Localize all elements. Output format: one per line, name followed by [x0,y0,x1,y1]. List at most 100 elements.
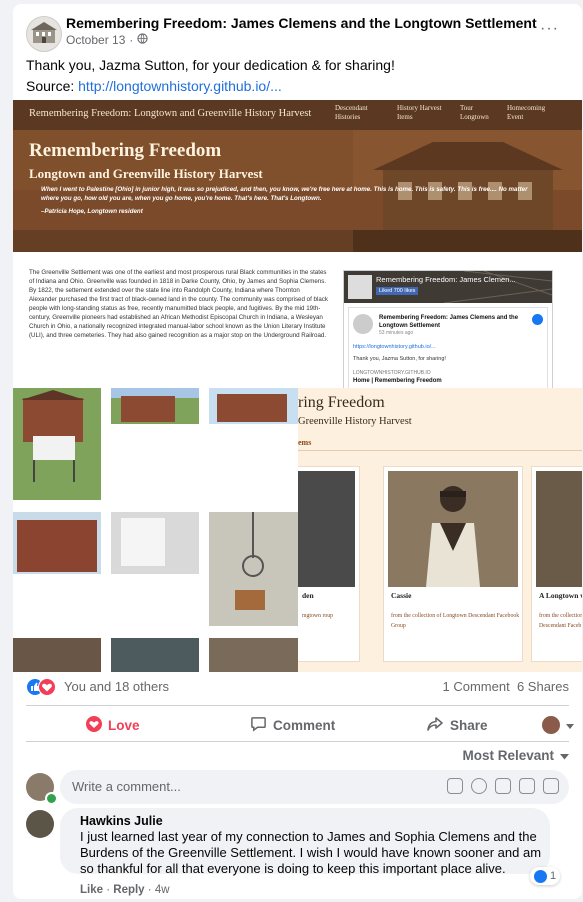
chevron-down-icon [560,748,569,763]
nav-item-homecoming: Homecoming Event [507,104,546,121]
comment-composer: Write a comment... [26,770,569,806]
item-photo-cassie [388,471,518,587]
facebook-icon [532,314,543,325]
comment-placeholder: Write a comment... [72,779,181,794]
site-brand: Remembering Freedom: Longtown and Greenv… [29,108,312,119]
gif-icon[interactable] [519,778,535,794]
comment-count[interactable]: 1 Comment [443,679,510,694]
post-message: Thank you, Jazma Sutton, for your dedica… [26,57,395,73]
post-header: Remembering Freedom: James Clemens and t… [26,14,569,52]
reaction-summary[interactable]: You and 18 others [64,679,169,694]
item-source: from the collection of Longtown Descenda… [391,613,520,629]
share-icon [426,716,444,735]
hero-quote: When I went to Palestine [Ohio] in junio… [41,186,528,202]
comment-bubble: Hawkins Julie I just learned last year o… [60,808,550,876]
share-label: Share [450,717,488,733]
source-link[interactable]: http://longtownhistory.github.io/... [78,78,282,94]
item-card: Cassie from the collection of Longtown D… [383,466,523,662]
embed-post: Remembering Freedom: James Clemens and t… [348,307,548,393]
chevron-down-icon [566,718,574,733]
embed-post-link: https://longtownhistory.github.io/... [353,344,436,350]
heart-icon [86,715,102,735]
facebook-embed: Remembering Freedom: James Clemen... Lik… [343,270,553,394]
embed-post-link-title: Home | Remembering Freedom [353,378,442,384]
site-nav: Remembering Freedom: Longtown and Greenv… [13,100,582,130]
site-body-text: The Greenville Settlement was one of the… [29,269,328,339]
comment-share-counts: 1 Comment 6 Shares [443,679,569,694]
comment-text: I just learned last year of my connectio… [80,829,542,876]
love-label: Love [108,717,140,733]
comment-reply-link[interactable]: Reply [113,884,144,896]
post-text: Thank you, Jazma Sutton, for your dedica… [26,55,395,97]
page-avatar[interactable] [26,16,62,52]
online-status-dot [45,792,58,805]
post-meta: October 13 · [66,33,149,47]
meta-separator: · [129,33,134,47]
hero-attribution: –Patricia Hope, Longtown resident [41,208,143,215]
comment-icon [250,715,267,735]
emoji-icon[interactable] [471,778,487,794]
separator-dot: · [106,884,111,896]
embed-liked-button: Liked 700 likes [376,287,419,295]
sticker-icon[interactable] [543,778,559,794]
embed-post-domain: LONGTOWNHISTORY.GITHUB.IO [353,370,431,376]
comment: Hawkins Julie I just learned last year o… [26,808,569,898]
more-options-icon[interactable]: ··· [540,20,559,38]
overlay-divider [298,450,582,451]
embed-post-text: Thank you, Jazma Sutton, for sharing! [353,356,446,362]
item-photo [298,471,355,587]
comment-actions: Like · Reply · 4w [80,884,170,896]
item-name: Cassie [391,591,412,600]
comment-like-link[interactable]: Like [80,884,103,896]
share-button[interactable]: Share [426,708,488,742]
comment-tools [447,778,559,794]
hero-subtitle: Longtown and Greenville History Harvest [29,166,263,181]
nav-item-descendant: Descendant Histories [335,104,368,121]
like-reaction-icon [534,869,547,883]
reaction-icons[interactable] [26,678,60,696]
comment-author[interactable]: Hawkins Julie [80,814,163,828]
comment-age[interactable]: 4w [155,884,170,896]
avatar-sticker-icon[interactable] [447,778,463,794]
site-hero: Remembering Freedom Longtown and Greenvi… [13,130,582,252]
page-mini-avatar [542,716,560,734]
share-count[interactable]: 6 Shares [517,679,569,694]
embed-avatar [348,275,372,299]
react-as-selector[interactable] [542,708,574,742]
photo-grid-images [13,388,298,672]
love-reaction-icon [38,678,56,696]
embed-post-time: 53 minutes ago [379,330,414,336]
camera-icon[interactable] [495,778,511,794]
page-name[interactable]: Remembering Freedom: James Clemens and t… [66,15,537,31]
hero-title: Remembering Freedom [29,140,222,161]
post-card: Remembering Freedom: James Clemens and t… [13,4,582,899]
embed-post-avatar [353,314,373,334]
embed-title: Remembering Freedom: James Clemen... [376,275,516,284]
item-name: den [302,591,314,600]
item-source: from the collection Descendant Faceb [539,613,582,629]
post-source: Source: http://longtownhistory.github.io… [26,76,395,97]
commenter-avatar[interactable] [26,810,54,838]
comment-reaction-badge[interactable]: 1 [530,867,561,885]
nav-item-tour: Tour Longtown [460,104,489,121]
comment-button[interactable]: Comment [250,708,335,742]
source-label: Source: [26,78,79,94]
overlay-subtitle: Greenville History Harvest [298,416,412,427]
comment-sort[interactable]: Most Relevant [462,748,569,763]
love-button[interactable]: Love [86,708,140,742]
globe-icon [137,33,149,47]
comment-input[interactable]: Write a comment... [60,770,569,804]
action-bar: Love Comment Share [26,708,574,742]
sort-label: Most Relevant [462,748,554,763]
item-source: mgtown roup [302,613,334,619]
embed-post-title: Remembering Freedom: James Clemens and t… [379,315,519,329]
overlay-title: ring Freedom [298,394,385,411]
shared-image[interactable]: Remembering Freedom: Longtown and Greenv… [13,100,582,672]
item-card: A Longtown w from the collection Descend… [531,466,582,662]
nav-item-harvest: History Harvest Items [397,104,442,121]
embed-header: Remembering Freedom: James Clemen... Lik… [344,271,552,303]
post-date[interactable]: October 13 [66,33,125,47]
item-photo [536,471,582,587]
site-items-overlay: ring Freedom Greenville History Harvest … [298,388,582,672]
overlay-section: ems [298,438,312,447]
